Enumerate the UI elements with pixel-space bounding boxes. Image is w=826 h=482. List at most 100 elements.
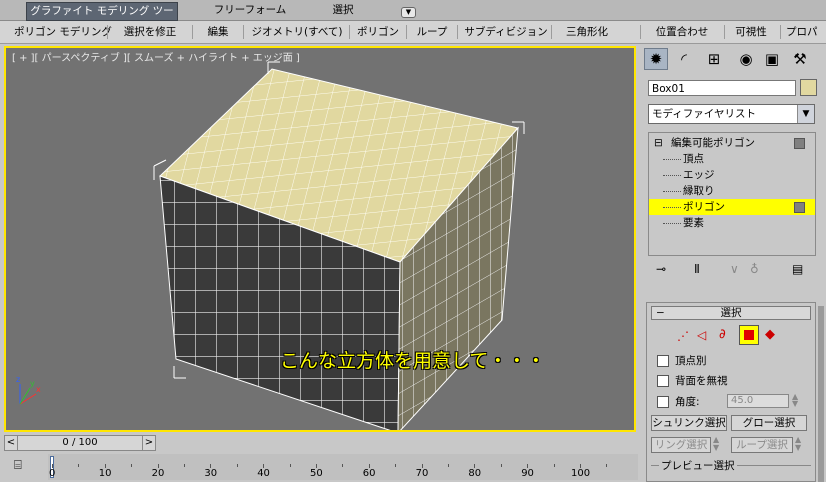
ribbon-tabs: グラファイト モデリング ツール フリーフォーム 選択 ▼	[0, 0, 826, 34]
ribbon-separator	[780, 25, 781, 39]
angle-spinner-icon[interactable]: ▲ ▼	[792, 393, 798, 408]
ring-selection-button[interactable]: リング選択	[651, 437, 711, 453]
hierarchy-tab-icon[interactable]: ⊞	[702, 48, 726, 70]
selection-rollout-header[interactable]: − 選択	[651, 306, 811, 320]
by-vertex-checkbox[interactable]	[657, 355, 669, 367]
tab-freeform[interactable]: フリーフォーム	[200, 2, 300, 19]
modify-tab-icon[interactable]: ◜	[672, 48, 696, 70]
axis-gizmo: x z y	[16, 375, 41, 405]
ribbon-separator	[349, 25, 350, 39]
stack-item-edge[interactable]: エッジ	[649, 167, 815, 183]
selection-rollout: − 選択 ⋰ ◁ ∂ ◆ 頂点別 背面を無視 角度: 45.0 ▲ ▼ シュリンク…	[646, 302, 816, 482]
trackbar-tick	[606, 464, 608, 467]
ribbon-modify-selection[interactable]: 選択を修正	[112, 24, 188, 40]
ribbon-geometry-all[interactable]: ジオメトリ(すべて)	[250, 24, 344, 40]
trackbar[interactable]: 0 10 20 30 40 50 60 70 80 90 100	[48, 454, 638, 480]
trackbar-tick-label: 90	[521, 468, 534, 479]
object-name-input[interactable]: Box01	[648, 80, 796, 96]
stack-item-element[interactable]: 要素	[649, 215, 815, 231]
trackbar-tick-label: 20	[151, 468, 165, 479]
ignore-backfacing-checkbox[interactable]	[657, 375, 669, 387]
perspective-viewport[interactable]: [ + ][ パースペクティブ ][ スムーズ + ハイライト + エッジ面 ]	[4, 46, 636, 432]
trackbar-tick	[553, 464, 555, 467]
ribbon-triangulation[interactable]: 三角形化	[556, 24, 618, 40]
ribbon-separator	[107, 25, 108, 39]
grow-selection-button[interactable]: グロー選択	[731, 415, 807, 431]
polygon-mode-button[interactable]	[739, 325, 759, 345]
ribbon-separator	[192, 25, 193, 39]
by-angle-checkbox[interactable]	[657, 396, 669, 408]
ribbon-polygon-modeling[interactable]: ポリゴン モデリング	[14, 24, 112, 40]
shrink-selection-button[interactable]: シュリンク選択	[651, 415, 727, 431]
utilities-tab-icon[interactable]: ⚒	[788, 48, 812, 70]
angle-input[interactable]: 45.0	[727, 394, 789, 408]
time-slider-frame: 0 / 100	[62, 437, 98, 448]
object-color-swatch[interactable]	[800, 79, 817, 96]
stack-item-label: エッジ	[683, 169, 715, 181]
ring-spinner-icon[interactable]: ▲ ▼	[713, 436, 719, 452]
stack-toggle-icon[interactable]	[794, 202, 805, 213]
ribbon-separator	[243, 25, 244, 39]
tab-graphite-modeling[interactable]: グラファイト モデリング ツール	[26, 2, 178, 34]
ribbon-edit[interactable]: 編集	[198, 24, 238, 40]
ribbon-separator	[724, 25, 725, 39]
trackbar-tick	[289, 464, 291, 467]
display-tab-icon[interactable]: ▣	[760, 48, 784, 70]
preview-selection-label: プレビュー選択	[659, 458, 737, 473]
stack-item-polygon[interactable]: ポリゴン	[649, 199, 815, 215]
show-end-result-icon[interactable]: Ⅱ	[694, 262, 700, 276]
trackbar-tick	[131, 464, 133, 467]
element-mode-icon[interactable]: ◆	[765, 327, 775, 342]
loop-selection-button[interactable]: ループ選択	[731, 437, 793, 453]
svg-text:z: z	[16, 375, 20, 384]
angle-label: 角度:	[675, 396, 700, 408]
ribbon-polygons[interactable]: ポリゴン	[354, 24, 402, 40]
ribbon-separator	[551, 25, 552, 39]
vertex-mode-icon[interactable]: ⋰	[677, 329, 689, 343]
stack-item-label: ポリゴン	[683, 201, 725, 213]
tab-selection[interactable]: 選択	[316, 2, 370, 19]
modifier-list-dropdown[interactable]: モディファイヤリスト ▼	[648, 104, 815, 124]
stack-item-vertex[interactable]: 頂点	[649, 151, 815, 167]
create-tab-icon[interactable]: ✹	[644, 48, 668, 70]
chevron-down-icon[interactable]: ▼	[797, 105, 814, 123]
border-mode-icon[interactable]: ∂	[719, 327, 726, 342]
collapse-minus-icon: −	[656, 307, 665, 319]
stack-item-editable-poly[interactable]: ⊟ 編集可能ポリゴン	[649, 135, 815, 151]
panel-scrollbar[interactable]	[818, 306, 824, 482]
stack-item-border[interactable]: 縁取り	[649, 183, 815, 199]
ribbon-visibility[interactable]: 可視性	[728, 24, 774, 40]
time-slider-next-button[interactable]: >	[142, 436, 155, 450]
configure-sets-icon[interactable]: ▤	[792, 262, 803, 276]
pin-stack-icon[interactable]: ⊸	[656, 262, 666, 276]
ribbon-align[interactable]: 位置合わせ	[646, 24, 718, 40]
trackbar-tick-label: 0	[49, 468, 56, 479]
svg-text:y: y	[30, 379, 35, 388]
command-panel: ✹ ◜ ⊞ ◉ ▣ ⚒ Box01 モディファイヤリスト ▼ ⊟ 編集可能ポリゴ…	[640, 44, 826, 482]
edge-mode-icon[interactable]: ◁	[697, 328, 706, 342]
modifier-stack: ⊟ 編集可能ポリゴン 頂点 エッジ 縁取り ポリゴン 要素	[648, 132, 816, 256]
motion-tab-icon[interactable]: ◉	[734, 48, 758, 70]
ribbon-panel-bar: ポリゴン モデリング 選択を修正 編集 ジオメトリ(すべて) ポリゴン ループ …	[0, 21, 826, 44]
trackbar-tick-label: 40	[257, 468, 270, 479]
trackbar-tick-label: 60	[362, 468, 376, 479]
time-slider[interactable]: < 0 / 100 >	[4, 435, 156, 451]
ribbon-loops[interactable]: ループ	[412, 24, 452, 40]
make-unique-icon[interactable]: ∨	[730, 262, 739, 276]
ribbon-separator	[457, 25, 458, 39]
collapse-minus-icon[interactable]: ⊟	[654, 135, 663, 151]
remove-modifier-icon[interactable]: ♁	[750, 262, 759, 276]
stack-item-label: 頂点	[683, 153, 704, 165]
mini-curve-editor-icon[interactable]: ⌸	[14, 458, 32, 474]
loop-spinner-icon[interactable]: ▲ ▼	[795, 436, 801, 452]
stack-toggle-icon[interactable]	[794, 138, 805, 149]
trackbar-tick-label: 70	[415, 468, 429, 479]
ribbon-subdivision[interactable]: サブディビジョン	[464, 24, 548, 40]
tree-line	[663, 175, 681, 176]
stack-toolbar: ⊸ Ⅱ ∨ ♁ ▤	[650, 262, 818, 278]
ribbon-properties[interactable]: プロパ	[786, 24, 826, 40]
svg-text:x: x	[36, 385, 41, 394]
ribbon-separator	[640, 25, 641, 39]
ribbon-dropdown-icon[interactable]: ▼	[401, 7, 416, 18]
trackbar-tick	[500, 464, 502, 467]
